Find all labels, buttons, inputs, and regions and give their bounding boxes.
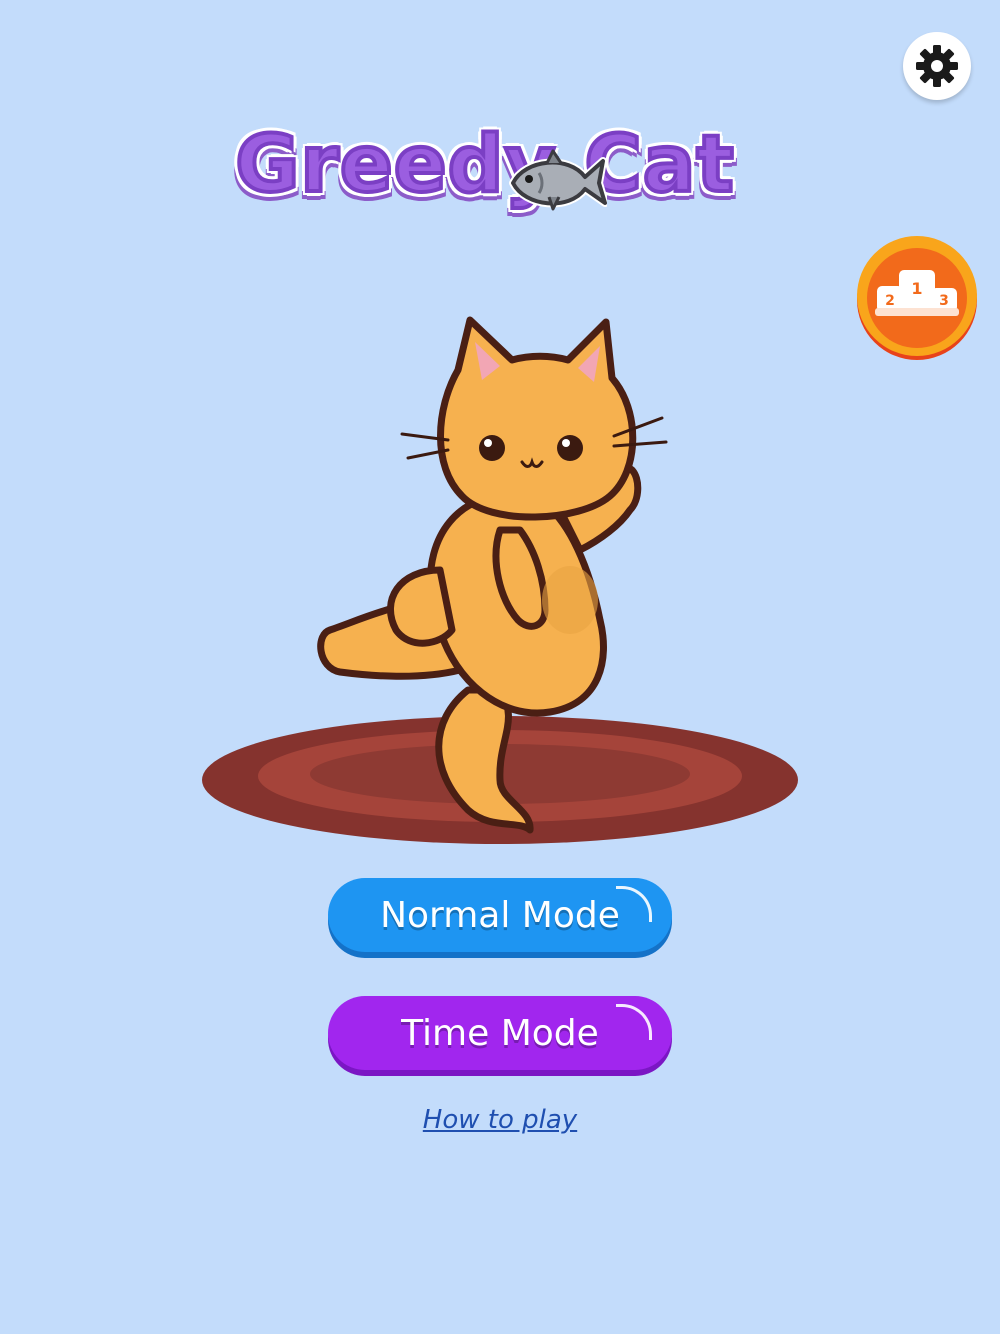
cat-stage <box>200 300 800 860</box>
gear-icon <box>916 45 958 87</box>
time-mode-button[interactable]: Time Mode <box>328 996 672 1070</box>
fish-icon <box>509 149 607 211</box>
podium-second-number: 2 <box>885 293 895 309</box>
podium-third-number: 3 <box>939 293 949 309</box>
game-title: Greedy Cat <box>233 118 735 212</box>
button-shine <box>616 886 652 922</box>
normal-mode-label: Normal Mode <box>380 894 620 936</box>
how-to-play-link[interactable]: How to play <box>400 1105 600 1135</box>
normal-mode-button[interactable]: Normal Mode <box>328 878 672 952</box>
time-mode-label: Time Mode <box>401 1012 599 1054</box>
game-logo: Greedy Cat <box>225 95 745 235</box>
podium-first-number: 1 <box>911 279 922 298</box>
leaderboard-button[interactable]: 1 2 3 <box>855 234 979 362</box>
button-shine <box>616 1004 652 1040</box>
settings-button[interactable] <box>903 32 971 100</box>
podium-icon: 1 2 3 <box>857 236 977 360</box>
